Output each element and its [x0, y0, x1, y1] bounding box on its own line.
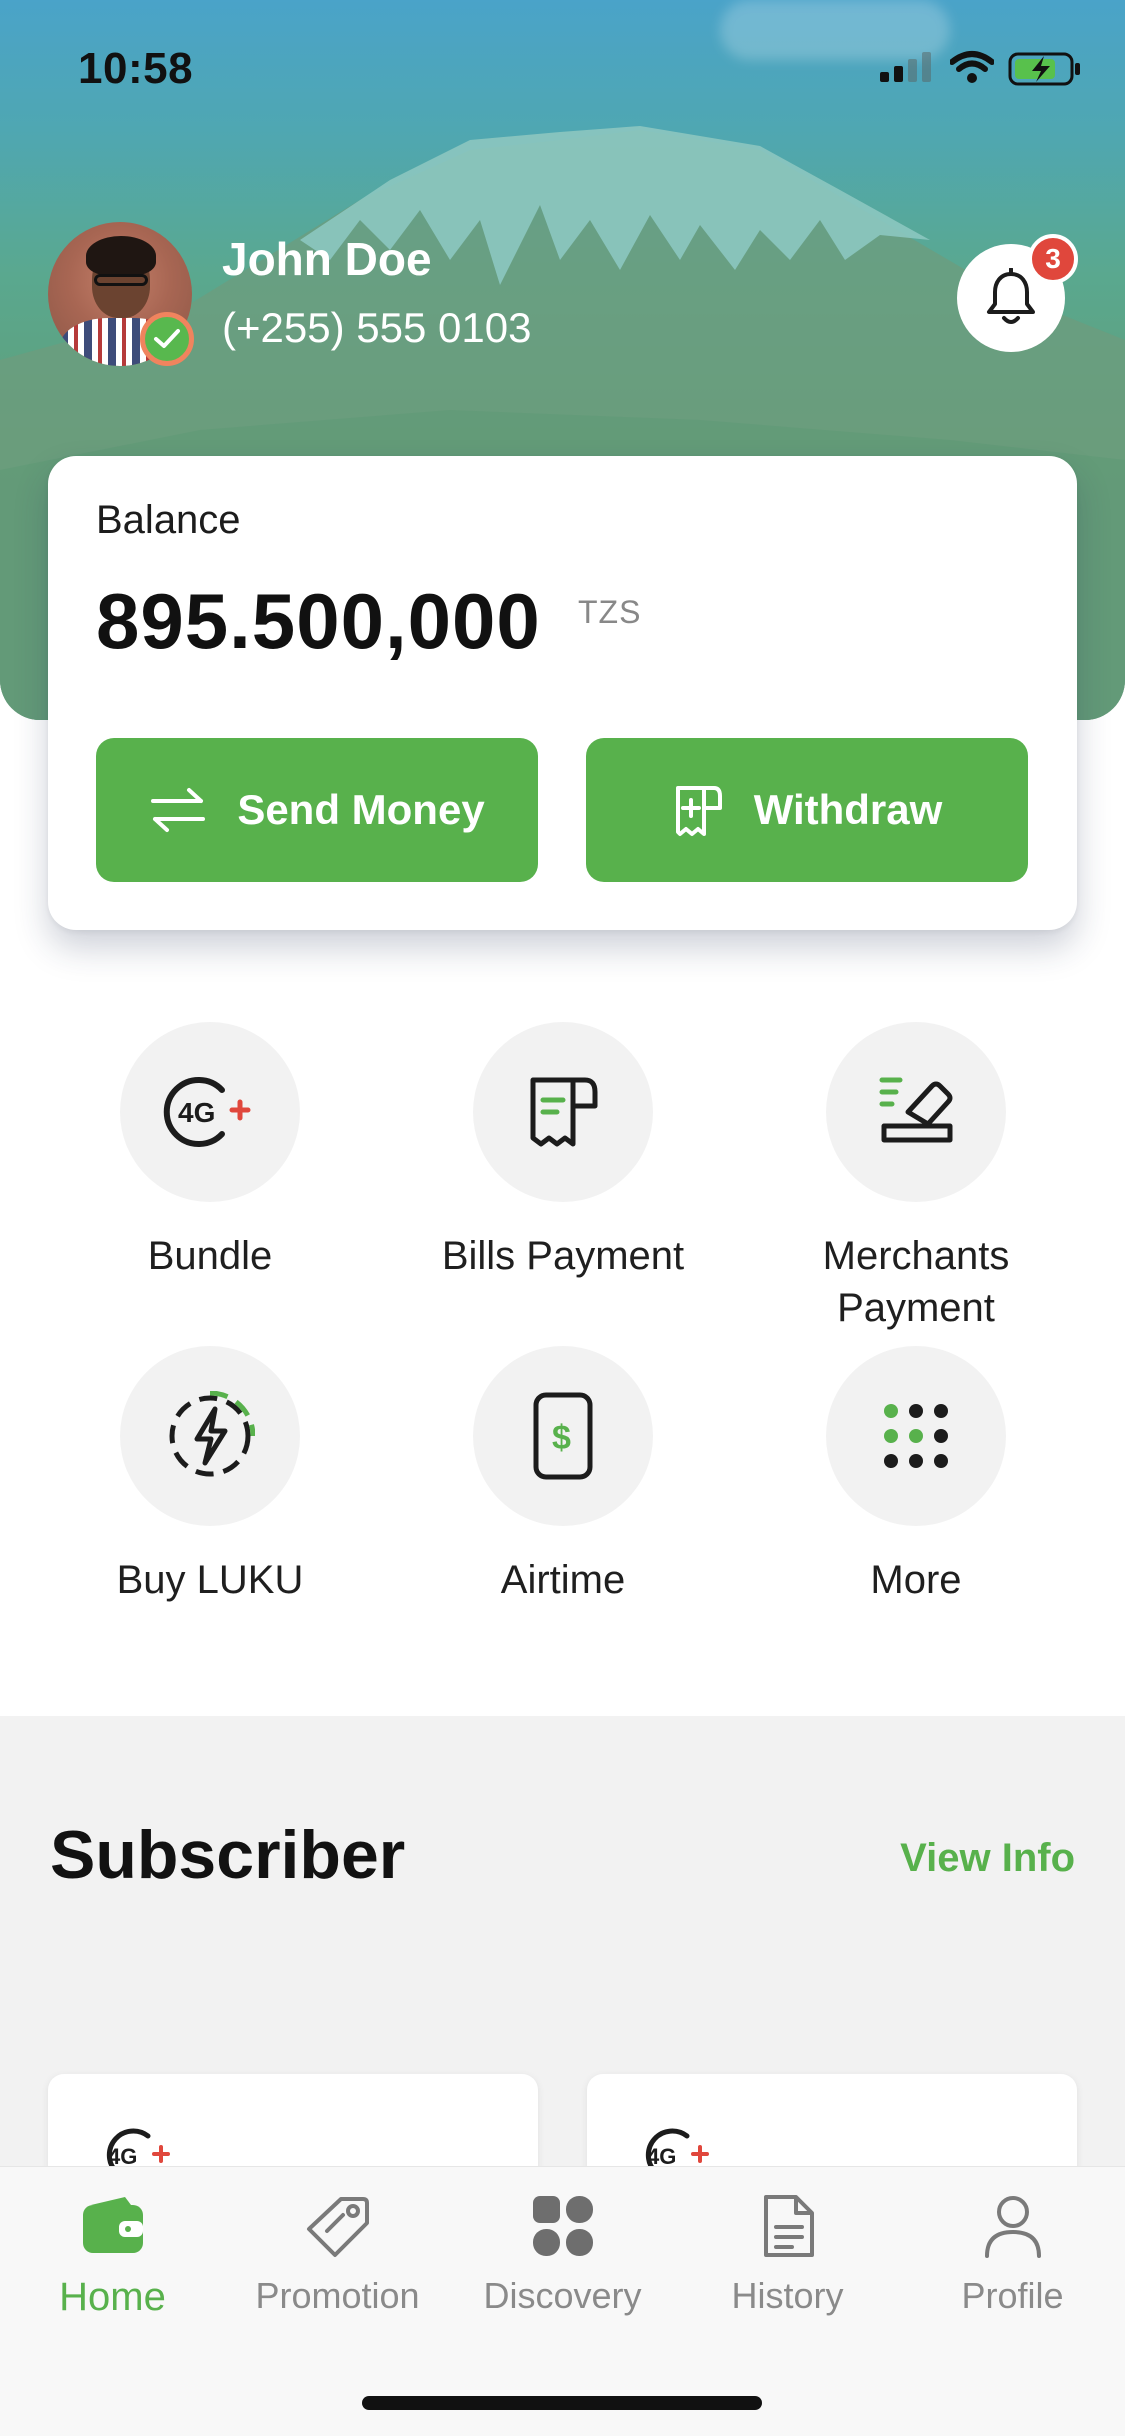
- lightning-icon: [169, 1391, 255, 1477]
- user-icon: [984, 2196, 1041, 2258]
- service-label: Buy LUKU: [116, 1558, 304, 1602]
- service-label: Bills Payment: [441, 1234, 685, 1278]
- user-phone: (+255) 555 0103: [222, 304, 532, 351]
- verified-check-icon: [140, 312, 194, 366]
- merchant-icon: [879, 1077, 953, 1143]
- user-name: John Doe: [222, 233, 432, 285]
- balance-label: Balance: [96, 498, 241, 542]
- tab-label: Home: [59, 2275, 166, 2319]
- home-indicator: [362, 2396, 762, 2410]
- service-label: Merchants Payment: [822, 1234, 1010, 1330]
- notification-badge: 3: [1028, 234, 1078, 284]
- wallet-icon: [82, 2197, 143, 2253]
- 4g-icon: 4G: [163, 1077, 251, 1147]
- withdraw-button[interactable]: Withdraw: [586, 738, 1028, 882]
- balance-currency: TZS: [578, 594, 642, 630]
- tab-label: Promotion: [255, 2275, 420, 2316]
- tab-history[interactable]: History: [675, 2189, 900, 2317]
- withdraw-label: Withdraw: [753, 786, 943, 833]
- tab-label: History: [731, 2275, 844, 2316]
- tab-home[interactable]: Home: [0, 2189, 225, 2320]
- tab-label: Discovery: [483, 2275, 642, 2316]
- svg-text:4G: 4G: [178, 1097, 215, 1128]
- withdraw-receipt-icon: [675, 786, 722, 836]
- service-label: Bundle: [147, 1234, 273, 1278]
- cellular-signal-icon: [880, 52, 931, 82]
- grid-dots-icon: [884, 1404, 948, 1468]
- battery-icon: [1008, 52, 1080, 86]
- balance-card: Balance 895.500,000 TZS Send Money Withd…: [48, 456, 1077, 930]
- view-info-link[interactable]: View Info: [900, 1836, 1075, 1881]
- receipt-icon: [530, 1077, 598, 1147]
- transfer-arrows-icon: [151, 788, 206, 832]
- tab-label: Profile: [961, 2275, 1064, 2316]
- subscriber-title: Subscriber: [50, 1817, 406, 1893]
- apps-icon: [532, 2196, 593, 2256]
- tab-discovery[interactable]: Discovery: [450, 2189, 675, 2317]
- service-bills-payment[interactable]: Bills Payment: [413, 1022, 713, 1282]
- service-more[interactable]: More: [766, 1346, 1066, 1606]
- send-money-label: Send Money: [237, 786, 485, 833]
- service-label: More: [870, 1558, 962, 1602]
- phone-dollar-icon: $: [533, 1392, 593, 1480]
- tag-icon: [306, 2197, 369, 2257]
- status-time: 10:58: [78, 44, 194, 93]
- service-airtime[interactable]: $ Airtime: [413, 1346, 713, 1606]
- bell-icon: [987, 268, 1035, 324]
- tab-promotion[interactable]: Promotion: [225, 2189, 450, 2317]
- service-label: Airtime: [500, 1558, 626, 1602]
- service-merchants-payment[interactable]: Merchants Payment: [766, 1022, 1066, 1334]
- svg-text:$: $: [552, 1419, 571, 1457]
- wifi-icon: [950, 51, 994, 83]
- tab-profile[interactable]: Profile: [900, 2189, 1125, 2317]
- service-buy-luku[interactable]: Buy LUKU: [60, 1346, 360, 1606]
- send-money-button[interactable]: Send Money: [96, 738, 538, 882]
- balance-amount: 895.500,000: [96, 577, 541, 665]
- document-icon: [763, 2195, 814, 2257]
- status-bar: 10:58: [0, 0, 1125, 135]
- service-bundle[interactable]: 4G Bundle: [60, 1022, 360, 1282]
